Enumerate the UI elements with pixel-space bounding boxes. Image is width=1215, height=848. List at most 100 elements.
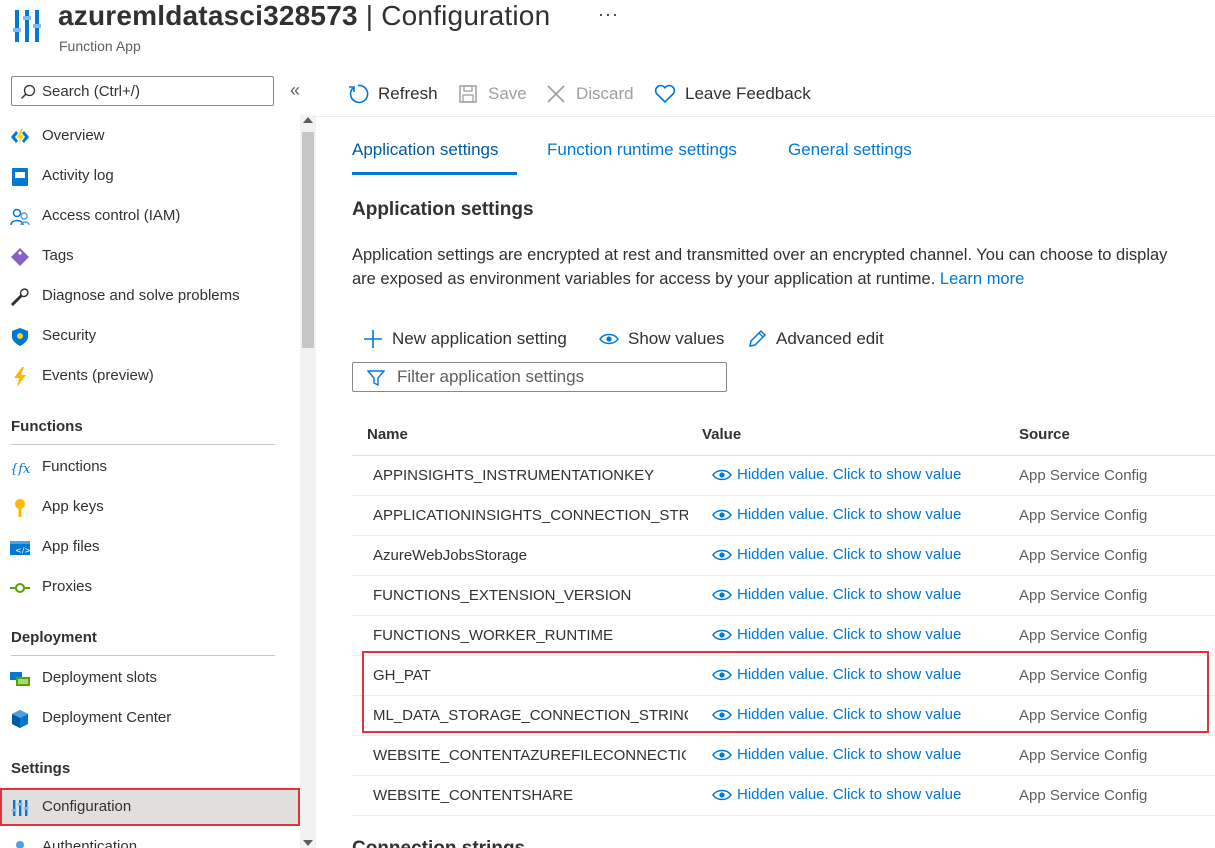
svg-text:{fx}: {fx}	[10, 462, 30, 477]
discard-button[interactable]: Discard	[544, 78, 634, 110]
fx-icon: {fx}	[10, 458, 30, 478]
search-icon	[20, 84, 36, 100]
hidden-value-link[interactable]: Hidden value. Click to show value	[712, 786, 961, 803]
save-icon	[456, 82, 480, 106]
setting-name[interactable]: APPLICATIONINSIGHTS_CONNECTION_STRING	[373, 507, 688, 524]
person-icon	[10, 838, 30, 848]
sidebar-item-label: Events (preview)	[42, 367, 154, 384]
setting-name[interactable]: FUNCTIONS_EXTENSION_VERSION	[373, 587, 688, 604]
heart-icon	[653, 82, 677, 106]
sidebar-item-label: Activity log	[42, 167, 114, 184]
more-options-button[interactable]: ···	[598, 4, 619, 25]
column-header-source[interactable]: Source	[1019, 426, 1070, 443]
table-row[interactable]: APPLICATIONINSIGHTS_CONNECTION_STRING Hi…	[352, 496, 1215, 536]
sidebar-item-label: Access control (IAM)	[42, 207, 181, 224]
tab-general-settings[interactable]: General settings	[788, 140, 912, 160]
setting-name[interactable]: FUNCTIONS_WORKER_RUNTIME	[373, 627, 688, 644]
eye-icon	[712, 589, 732, 600]
section-description: Application settings are encrypted at re…	[352, 246, 1168, 288]
tab-application-settings[interactable]: Application settings	[352, 140, 498, 160]
table-row[interactable]: APPINSIGHTS_INSTRUMENTATIONKEY Hidden va…	[352, 456, 1215, 496]
tab-function-runtime-settings[interactable]: Function runtime settings	[547, 140, 737, 160]
section-header-deployment: Deployment	[11, 629, 275, 656]
sidebar-item-proxies[interactable]: Proxies	[0, 569, 300, 605]
sidebar-item-security[interactable]: Security	[0, 318, 300, 354]
eye-icon	[712, 509, 732, 520]
hidden-value-link[interactable]: Hidden value. Click to show value	[712, 586, 961, 603]
config-sliders-icon	[13, 10, 41, 42]
refresh-button[interactable]: Refresh	[346, 78, 438, 110]
sidebar-item-activity-log[interactable]: Activity log	[0, 158, 300, 194]
sidebar-item-deployment-center[interactable]: Deployment Center	[0, 700, 300, 736]
table-row[interactable]: FUNCTIONS_EXTENSION_VERSION Hidden value…	[352, 576, 1215, 616]
table-row[interactable]: FUNCTIONS_WORKER_RUNTIME Hidden value. C…	[352, 616, 1215, 656]
scroll-down-arrow-icon[interactable]	[303, 840, 313, 846]
lightning-icon	[10, 367, 30, 387]
resource-type: Function App	[59, 38, 141, 54]
learn-more-link[interactable]: Learn more	[940, 270, 1024, 288]
sidebar-item-tags[interactable]: Tags	[0, 238, 300, 274]
sidebar-item-configuration[interactable]: Configuration	[0, 788, 300, 826]
setting-name[interactable]: WEBSITE_CONTENTAZUREFILECONNECTIONSTRING	[373, 747, 686, 764]
sidebar-item-app-files[interactable]: </> App files	[0, 529, 300, 565]
sidebar-item-label: Functions	[42, 458, 108, 475]
save-button[interactable]: Save	[456, 78, 527, 110]
section-heading: Application settings	[352, 199, 534, 220]
hidden-value-link[interactable]: Hidden value. Click to show value	[712, 626, 961, 643]
sidebar-item-label: Authentication	[42, 838, 138, 848]
sidebar-item-access-control[interactable]: Access control (IAM)	[0, 198, 300, 234]
setting-name[interactable]: WEBSITE_CONTENTSHARE	[373, 787, 688, 804]
function-app-lightning-icon	[10, 127, 30, 147]
sidebar-item-deployment-slots[interactable]: Deployment slots	[0, 660, 300, 696]
eye-icon	[712, 749, 732, 760]
setting-source: App Service Config	[1019, 747, 1148, 764]
hidden-value-link[interactable]: Hidden value. Click to show value	[712, 746, 961, 763]
sidebar-item-label: Deployment slots	[42, 669, 158, 686]
slots-icon	[10, 669, 30, 689]
sidebar-item-events[interactable]: Events (preview)	[0, 358, 300, 394]
toolbar-divider	[316, 116, 1215, 117]
eye-icon	[712, 789, 732, 800]
scroll-up-arrow-icon[interactable]	[303, 117, 313, 123]
advanced-edit-button[interactable]: Advanced edit	[746, 325, 884, 353]
setting-name[interactable]: APPINSIGHTS_INSTRUMENTATIONKEY	[373, 467, 688, 484]
sidebar-item-overview[interactable]: Overview	[0, 118, 300, 154]
sidebar-search[interactable]	[11, 76, 274, 106]
sidebar-item-diagnose[interactable]: Diagnose and solve problems	[0, 278, 300, 314]
filter-box[interactable]	[352, 362, 727, 392]
table-row[interactable]: WEBSITE_CONTENTSHARE Hidden value. Click…	[352, 776, 1215, 816]
sidebar-item-label: Overview	[42, 127, 105, 144]
eye-icon	[598, 328, 620, 350]
people-icon	[10, 207, 30, 227]
column-header-name[interactable]: Name	[367, 426, 408, 443]
refresh-icon	[346, 82, 370, 106]
show-values-button[interactable]: Show values	[598, 325, 724, 353]
sidebar-item-functions[interactable]: {fx} Functions	[0, 449, 300, 485]
hidden-value-link[interactable]: Hidden value. Click to show value	[712, 466, 961, 483]
hidden-value-link[interactable]: Hidden value. Click to show value	[712, 506, 961, 523]
setting-source: App Service Config	[1019, 467, 1148, 484]
table-row[interactable]: WEBSITE_CONTENTAZUREFILECONNECTIONSTRING…	[352, 736, 1215, 776]
connection-strings-heading: Connection strings	[352, 838, 525, 848]
filter-icon	[367, 370, 385, 387]
sidebar-item-app-keys[interactable]: App keys	[0, 489, 300, 525]
plus-icon	[362, 328, 384, 350]
setting-name[interactable]: AzureWebJobsStorage	[373, 547, 688, 564]
setting-source: App Service Config	[1019, 507, 1148, 524]
sidebar-item-label: Security	[42, 327, 97, 344]
cube-icon	[10, 709, 30, 729]
sidebar-item-authentication[interactable]: Authentication	[0, 830, 300, 848]
search-input[interactable]	[42, 79, 267, 103]
hidden-value-link[interactable]: Hidden value. Click to show value	[712, 546, 961, 563]
filter-input[interactable]	[397, 365, 717, 389]
close-icon	[544, 82, 568, 106]
table-row[interactable]: AzureWebJobsStorage Hidden value. Click …	[352, 536, 1215, 576]
eye-icon	[712, 549, 732, 560]
sidebar-scrollbar-thumb[interactable]	[302, 132, 314, 348]
page-header: azuremldatasci328573 | Configuration ···…	[0, 0, 1215, 68]
setting-source: App Service Config	[1019, 547, 1148, 564]
leave-feedback-button[interactable]: Leave Feedback	[653, 78, 811, 110]
column-header-value[interactable]: Value	[702, 426, 741, 443]
new-application-setting-button[interactable]: New application setting	[362, 325, 567, 353]
collapse-sidebar-button[interactable]: «	[290, 80, 300, 101]
